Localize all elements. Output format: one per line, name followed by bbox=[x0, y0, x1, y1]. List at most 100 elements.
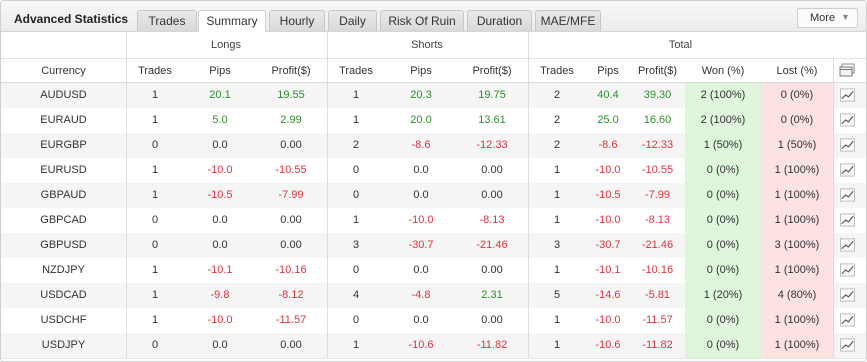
cell-t-profit: 39.30 bbox=[643, 89, 672, 101]
cell-l-profit: -11.57 bbox=[275, 314, 307, 326]
cell-l-profit: -10.55 bbox=[275, 164, 307, 176]
table-row: EURAUD 1 5.0 2.99 1 20.0 13.61 2 25.0 16.60 2 (100… bbox=[1, 108, 866, 134]
cell-lost: 3 (100%) bbox=[761, 233, 833, 258]
cell-s-trades: 1 bbox=[352, 214, 360, 226]
cell-lost: 1 (100%) bbox=[761, 208, 833, 233]
col-total-pips[interactable]: Pips bbox=[586, 65, 630, 77]
cell-t-trades: 2 bbox=[553, 114, 561, 126]
cell-s-profit: 2.31 bbox=[481, 289, 503, 301]
panel-header: Advanced Statistics Trades Summary Hourl… bbox=[1, 1, 866, 32]
cell-l-profit: 19.55 bbox=[277, 89, 305, 101]
col-longs-profit[interactable]: Profit($) bbox=[256, 65, 326, 77]
cell-s-trades: 0 bbox=[352, 264, 360, 276]
cell-s-pips: -10.6 bbox=[408, 339, 434, 351]
cell-l-profit: 0.00 bbox=[280, 139, 302, 151]
line-chart-icon[interactable] bbox=[840, 163, 855, 177]
line-chart-icon[interactable] bbox=[840, 188, 855, 202]
col-currency[interactable]: Currency bbox=[1, 65, 126, 77]
cell-s-trades: 1 bbox=[352, 89, 360, 101]
col-total-profit[interactable]: Profit($) bbox=[630, 65, 685, 77]
cell-s-profit: 0.00 bbox=[481, 264, 503, 276]
group-total: Total bbox=[668, 39, 693, 51]
table-row: USDCHF 1 -10.0 -11.57 0 0.0 0.00 1 -10.0 -11.57 0 … bbox=[1, 308, 866, 334]
cell-l-pips: 0.0 bbox=[212, 339, 228, 351]
cell-s-pips: 0.0 bbox=[413, 314, 429, 326]
tab-duration[interactable]: Duration bbox=[467, 10, 532, 31]
cell-won: 1 (50%) bbox=[685, 133, 761, 158]
cell-currency: USDCHF bbox=[40, 314, 87, 326]
cell-won: 0 (0%) bbox=[685, 333, 761, 358]
line-chart-icon[interactable] bbox=[840, 338, 855, 352]
cell-l-trades: 1 bbox=[151, 114, 159, 126]
line-chart-icon[interactable] bbox=[840, 213, 855, 227]
tab-risk-of-ruin[interactable]: Risk Of Ruin bbox=[380, 10, 464, 31]
cell-s-profit: -21.46 bbox=[476, 239, 508, 251]
table-row: EURUSD 1 -10.0 -10.55 0 0.0 0.00 1 -10.0 -10.55 0 … bbox=[1, 158, 866, 184]
cell-l-trades: 1 bbox=[151, 289, 159, 301]
cell-s-pips: -8.6 bbox=[411, 139, 431, 151]
cell-t-pips: -14.6 bbox=[595, 289, 621, 301]
cell-s-pips: 0.0 bbox=[413, 264, 429, 276]
col-lost[interactable]: Lost (%) bbox=[761, 65, 833, 77]
line-chart-icon[interactable] bbox=[840, 138, 855, 152]
cell-t-trades: 3 bbox=[553, 239, 561, 251]
cell-t-trades: 2 bbox=[553, 89, 561, 101]
table-row: USDCAD 1 -9.8 -8.12 4 -4.8 2.31 5 -14.6 -5.81 1 (2… bbox=[1, 283, 866, 309]
cell-t-profit: -7.99 bbox=[644, 189, 671, 201]
col-longs-trades[interactable]: Trades bbox=[126, 65, 184, 77]
cell-s-trades: 3 bbox=[352, 239, 360, 251]
cell-s-profit: 0.00 bbox=[481, 164, 503, 176]
col-shorts-pips[interactable]: Pips bbox=[385, 65, 457, 77]
cell-t-profit: -21.46 bbox=[641, 239, 674, 251]
cell-t-profit: -10.16 bbox=[641, 264, 674, 276]
cell-t-profit: -12.33 bbox=[641, 139, 674, 151]
cell-l-trades: 1 bbox=[151, 314, 159, 326]
table-row: USDJPY 0 0.0 0.00 1 -10.6 -11.82 1 -10.6 -11.82 0 … bbox=[1, 333, 866, 359]
cell-t-trades: 1 bbox=[553, 264, 561, 276]
cell-s-trades: 0 bbox=[352, 314, 360, 326]
cell-won: 0 (0%) bbox=[685, 308, 761, 333]
tab-summary[interactable]: Summary bbox=[198, 10, 266, 32]
col-longs-pips[interactable]: Pips bbox=[184, 65, 256, 77]
table-row: AUDUSD 1 20.1 19.55 1 20.3 19.75 2 40.4 39.30 2 (1… bbox=[1, 83, 866, 109]
cell-lost: 1 (100%) bbox=[761, 333, 833, 358]
cell-lost: 1 (100%) bbox=[761, 308, 833, 333]
group-header-row: Longs Shorts Total bbox=[1, 32, 866, 59]
tab-mae-mfe[interactable]: MAE/MFE bbox=[535, 10, 601, 31]
columns-toggle-icon[interactable] bbox=[839, 63, 855, 77]
tab-trades[interactable]: Trades bbox=[137, 10, 197, 31]
line-chart-icon[interactable] bbox=[840, 238, 855, 252]
col-won[interactable]: Won (%) bbox=[685, 65, 761, 77]
cell-l-profit: 0.00 bbox=[280, 214, 302, 226]
cell-currency: AUDUSD bbox=[40, 89, 87, 101]
cell-l-trades: 0 bbox=[151, 239, 159, 251]
cell-won: 0 (0%) bbox=[685, 183, 761, 208]
cell-t-pips: -10.0 bbox=[595, 214, 621, 226]
cell-won: 0 (0%) bbox=[685, 258, 761, 283]
more-dropdown[interactable]: More ▼ bbox=[797, 8, 858, 28]
col-shorts-profit[interactable]: Profit($) bbox=[457, 65, 527, 77]
cell-t-trades: 2 bbox=[553, 139, 561, 151]
cell-currency: GBPAUD bbox=[40, 189, 87, 201]
tab-daily[interactable]: Daily bbox=[328, 10, 377, 31]
cell-l-pips: -10.0 bbox=[207, 164, 233, 176]
col-total-trades[interactable]: Trades bbox=[528, 65, 586, 77]
line-chart-icon[interactable] bbox=[840, 313, 855, 327]
line-chart-icon[interactable] bbox=[840, 113, 855, 127]
cell-s-pips: 20.0 bbox=[410, 114, 432, 126]
more-label: More bbox=[810, 12, 836, 24]
cell-won: 0 (0%) bbox=[685, 233, 761, 258]
line-chart-icon[interactable] bbox=[840, 263, 855, 277]
cell-s-profit: 0.00 bbox=[481, 189, 503, 201]
line-chart-icon[interactable] bbox=[840, 288, 855, 302]
line-chart-icon[interactable] bbox=[840, 88, 855, 102]
tab-hourly[interactable]: Hourly bbox=[269, 10, 325, 31]
group-shorts: Shorts bbox=[411, 39, 443, 51]
cell-t-pips: 40.4 bbox=[597, 89, 619, 101]
cell-l-profit: -10.16 bbox=[275, 264, 307, 276]
divider bbox=[327, 32, 328, 359]
cell-t-trades: 1 bbox=[553, 214, 561, 226]
cell-currency: USDCAD bbox=[40, 289, 87, 301]
col-shorts-trades[interactable]: Trades bbox=[327, 65, 385, 77]
cell-s-profit: -11.82 bbox=[476, 339, 508, 351]
